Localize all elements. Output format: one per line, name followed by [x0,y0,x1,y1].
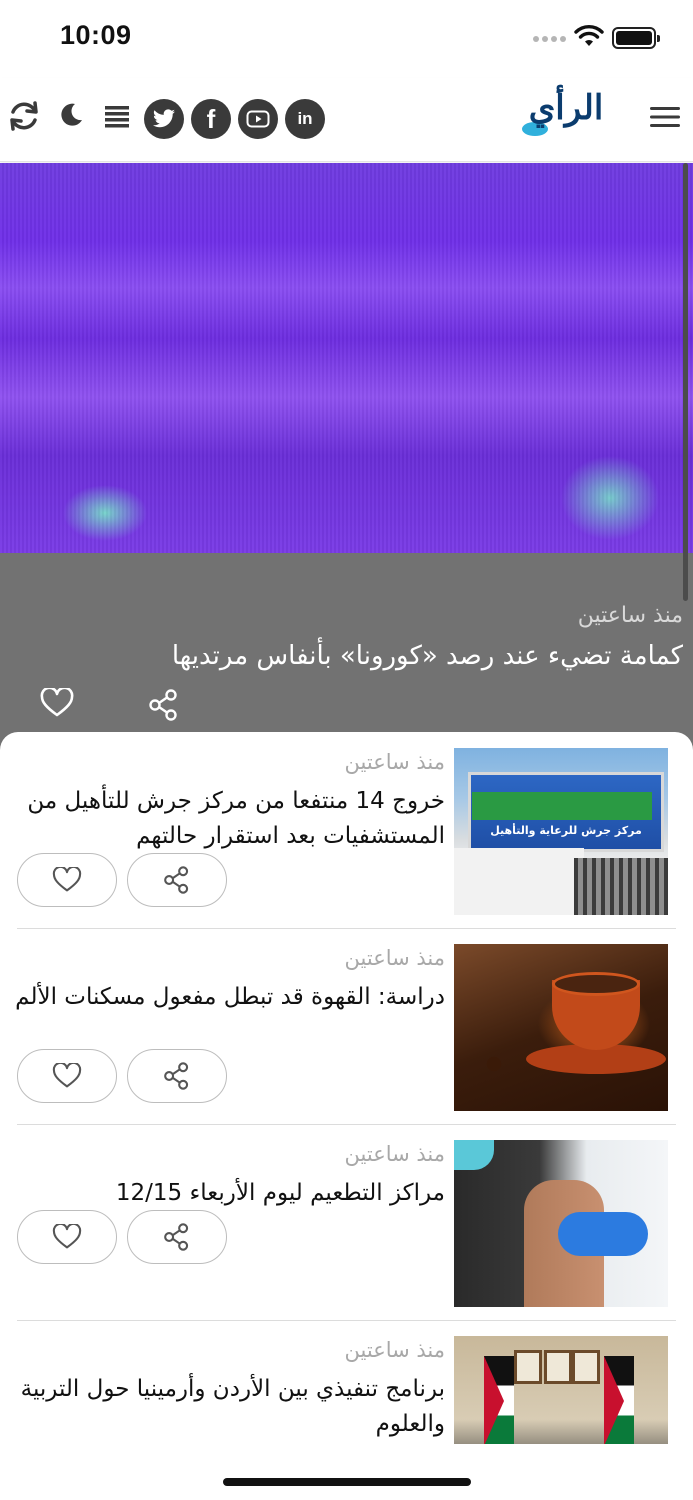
share-button[interactable] [127,853,227,907]
news-feed[interactable]: مركز جرش للرعاية والتأهيل منذ ساعتين خرو… [0,732,693,1444]
hero-title[interactable]: كمامة تضيء عند رصد «كورونا» بأنفاس مرتدي… [172,641,683,671]
thumbnail-sign-text: مركز جرش للرعاية والتأهيل [490,824,642,837]
hero-article[interactable]: منذ ساعتين كمامة تضيء عند رصد «كورونا» ب… [0,163,693,753]
heart-icon [52,867,82,892]
share-icon [164,866,189,894]
share-icon[interactable] [148,689,180,725]
hero-timestamp: منذ ساعتين [577,603,683,628]
article-timestamp: منذ ساعتين [344,1338,445,1362]
facebook-icon[interactable]: f [191,99,231,139]
heart-icon [52,1063,82,1088]
hero-image [0,163,693,553]
hamburger-menu-icon[interactable] [648,102,682,132]
news-card[interactable]: منذ ساعتين دراسة: القهوة قد تبطل مفعول م… [0,928,693,1124]
article-thumbnail[interactable]: مركز جرش للرعاية والتأهيل [454,748,668,915]
moon-icon[interactable] [56,100,86,130]
share-button[interactable] [127,1210,227,1264]
scrollbar[interactable] [683,163,688,601]
article-title[interactable]: برنامج تنفيذي بين الأردن وأرمينيا حول ال… [15,1372,445,1442]
linkedin-label: in [297,109,313,128]
facebook-label: f [206,103,216,134]
app-header: f in الرأي [0,78,693,162]
status-bar: 10:09 [0,0,693,78]
share-icon [164,1062,189,1090]
article-title[interactable]: دراسة: القهوة قد تبطل مفعول مسكنات الألم [15,980,445,1015]
news-card[interactable]: مركز جرش للرعاية والتأهيل منذ ساعتين خرو… [0,732,693,928]
news-card[interactable]: منذ ساعتين برنامج تنفيذي بين الأردن وأرم… [0,1320,693,1444]
refresh-icon[interactable] [6,98,42,134]
cellular-signal-icon [533,36,566,42]
linkedin-icon[interactable]: in [285,99,325,139]
logo-text: الرأي [528,88,604,128]
home-indicator[interactable] [223,1478,471,1486]
article-timestamp: منذ ساعتين [344,750,445,774]
article-thumbnail[interactable] [454,944,668,1111]
article-timestamp: منذ ساعتين [344,946,445,970]
share-button[interactable] [127,1049,227,1103]
article-thumbnail[interactable] [454,1336,668,1444]
like-button[interactable] [17,1210,117,1264]
list-icon[interactable] [102,102,132,130]
article-timestamp: منذ ساعتين [344,1142,445,1166]
bottom-safe-area [0,1444,693,1500]
article-title[interactable]: خروج 14 منتفعا من مركز جرش للتأهيل من ال… [15,784,445,854]
heart-icon [52,1224,82,1249]
like-button[interactable] [17,853,117,907]
wifi-icon [574,25,604,46]
twitter-icon[interactable] [144,99,184,139]
news-card[interactable]: منذ ساعتين مراكز التطعيم ليوم الأربعاء 1… [0,1124,693,1320]
youtube-icon[interactable] [238,99,278,139]
article-title[interactable]: مراكز التطعيم ليوم الأربعاء 12/15 [15,1176,445,1211]
site-logo[interactable]: الرأي [516,86,616,152]
article-thumbnail[interactable] [454,1140,668,1307]
heart-icon[interactable] [40,686,74,722]
share-icon [164,1223,189,1251]
like-button[interactable] [17,1049,117,1103]
battery-icon [612,27,660,49]
status-time: 10:09 [60,20,132,50]
